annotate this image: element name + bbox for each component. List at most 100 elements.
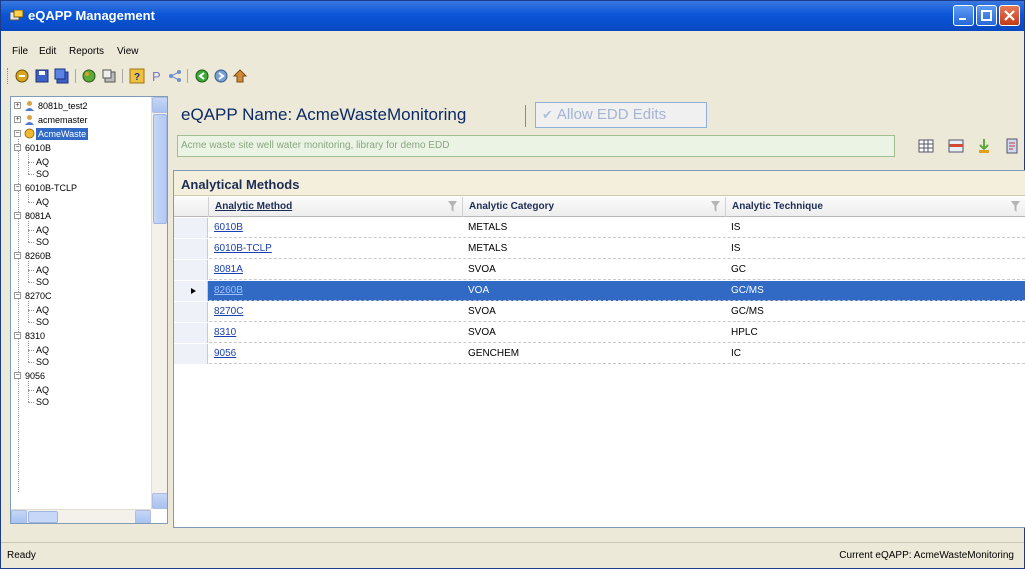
home-button[interactable] — [232, 68, 248, 84]
method-link[interactable]: 6010B-TCLP — [208, 239, 462, 259]
tree-node-aq[interactable]: AQ — [36, 344, 49, 356]
scroll-thumb[interactable] — [153, 114, 167, 224]
row-selector[interactable] — [174, 323, 208, 343]
import-icon[interactable] — [976, 138, 992, 154]
tree-connector — [28, 402, 34, 403]
tag-button[interactable]: P — [149, 68, 165, 84]
tree-connector — [28, 230, 34, 231]
tree-node-aq[interactable]: AQ — [36, 224, 49, 236]
maximize-button[interactable] — [976, 5, 997, 26]
row-selector[interactable] — [174, 344, 208, 364]
allow-edd-edits-button[interactable]: ✔ Allow EDD Edits — [535, 102, 707, 128]
description-field[interactable]: Acme waste site well water monitoring, l… — [177, 135, 895, 157]
menu-view[interactable]: View — [117, 46, 139, 57]
close-button[interactable] — [999, 5, 1020, 26]
tree-horizontal-scrollbar[interactable] — [11, 509, 151, 523]
tree-connector — [28, 390, 34, 391]
table-row[interactable]: 6010B METALS IS — [174, 218, 1025, 238]
column-header-analytic-technique[interactable]: Analytic Technique — [725, 197, 1025, 217]
tree-node-so[interactable]: SO — [36, 236, 49, 248]
menu-file[interactable]: File — [12, 46, 28, 57]
table-row[interactable]: 6010B-TCLP METALS IS — [174, 239, 1025, 259]
title-bar[interactable]: eQAPP Management — [1, 1, 1024, 31]
table-row[interactable]: 8310 SVOA HPLC — [174, 323, 1025, 343]
column-header-analytic-category[interactable]: Analytic Category — [462, 197, 725, 217]
row-selector[interactable] — [174, 302, 208, 322]
row-selector[interactable] — [174, 281, 208, 301]
tree-node-so[interactable]: SO — [36, 168, 49, 180]
scroll-right-button[interactable] — [135, 510, 151, 523]
method-link[interactable]: 8081A — [208, 260, 462, 280]
checkmark-icon: ✔ — [542, 107, 553, 122]
project-tree[interactable]: + 8081b_test2 + acmemaster − AcmeWaste −… — [10, 96, 168, 524]
tree-node-so[interactable]: SO — [36, 396, 49, 408]
tree-node-aq[interactable]: AQ — [36, 264, 49, 276]
copy-button[interactable] — [101, 68, 117, 84]
scroll-up-button[interactable] — [152, 97, 167, 113]
expand-toggle[interactable]: + — [14, 102, 21, 109]
tree-node-aq[interactable]: AQ — [36, 156, 49, 168]
collapse-toggle[interactable]: − — [14, 252, 21, 259]
method-link[interactable]: 6010B — [208, 218, 462, 238]
help-button[interactable]: ? — [129, 68, 145, 84]
method-link[interactable]: 8270C — [208, 302, 462, 322]
tree-node-acmewaste[interactable]: AcmeWaste — [36, 128, 89, 140]
toolbar-separator — [187, 69, 188, 83]
grid-icon[interactable] — [918, 138, 934, 154]
tree-node-8081b-test2[interactable]: 8081b_test2 — [38, 100, 88, 112]
scroll-left-button[interactable] — [11, 510, 27, 523]
collapse-toggle[interactable]: − — [14, 292, 21, 299]
current-eqapp-status: Current eQAPP: AcmeWasteMonitoring — [839, 550, 1014, 561]
back-button[interactable] — [194, 68, 210, 84]
tree-node-6010b-tclp[interactable]: 6010B-TCLP — [25, 182, 77, 194]
tree-vertical-scrollbar[interactable] — [151, 97, 167, 509]
toolbar-grip — [7, 68, 10, 84]
collapse-toggle[interactable]: − — [14, 144, 21, 151]
row-selector[interactable] — [174, 239, 208, 259]
tree-node-aq[interactable]: AQ — [36, 196, 49, 208]
filter-icon[interactable] — [711, 201, 720, 212]
share-button[interactable] — [167, 68, 183, 84]
minimize-button[interactable] — [953, 5, 974, 26]
save-button[interactable] — [34, 68, 50, 84]
collapse-toggle[interactable]: − — [14, 212, 21, 219]
tree-node-acmemaster[interactable]: acmemaster — [38, 114, 88, 126]
table-row[interactable]: 8081A SVOA GC — [174, 260, 1025, 280]
scroll-thumb[interactable] — [28, 511, 58, 523]
tree-connector — [28, 174, 34, 175]
menu-edit[interactable]: Edit — [39, 46, 56, 57]
tree-connector — [28, 282, 34, 283]
filter-icon[interactable] — [448, 201, 457, 212]
collapse-toggle[interactable]: − — [14, 184, 21, 191]
tree-node-aq[interactable]: AQ — [36, 304, 49, 316]
collapse-toggle[interactable]: − — [14, 332, 21, 339]
tree-node-so[interactable]: SO — [36, 316, 49, 328]
scroll-down-button[interactable] — [152, 493, 167, 509]
forward-icon — [214, 69, 228, 83]
column-header-analytic-method[interactable]: Analytic Method — [208, 197, 462, 217]
world-button[interactable] — [81, 68, 97, 84]
method-link[interactable]: 8310 — [208, 323, 462, 343]
technique-cell: IS — [731, 222, 741, 233]
table-row[interactable]: 8270C SVOA GC/MS — [174, 302, 1025, 322]
method-link[interactable]: 9056 — [208, 344, 462, 364]
table-edit-icon[interactable] — [948, 138, 964, 154]
collapse-toggle[interactable]: − — [14, 372, 21, 379]
open-button[interactable] — [14, 68, 30, 84]
method-link[interactable]: 8260B — [208, 281, 462, 301]
table-row-selected[interactable]: 8260B VOA GC/MS — [174, 281, 1025, 301]
document-icon[interactable] — [1004, 138, 1020, 154]
category-cell: METALS — [468, 243, 508, 254]
forward-button[interactable] — [213, 68, 229, 84]
row-selector[interactable] — [174, 260, 208, 280]
row-selector[interactable] — [174, 218, 208, 238]
menu-reports[interactable]: Reports — [69, 46, 104, 57]
filter-icon[interactable] — [1011, 201, 1020, 212]
tree-node-so[interactable]: SO — [36, 356, 49, 368]
collapse-toggle[interactable]: − — [14, 130, 21, 137]
tree-node-so[interactable]: SO — [36, 276, 49, 288]
save-all-button[interactable] — [54, 68, 70, 84]
table-row[interactable]: 9056 GENCHEM IC — [174, 344, 1025, 364]
expand-toggle[interactable]: + — [14, 116, 21, 123]
tree-node-aq[interactable]: AQ — [36, 384, 49, 396]
